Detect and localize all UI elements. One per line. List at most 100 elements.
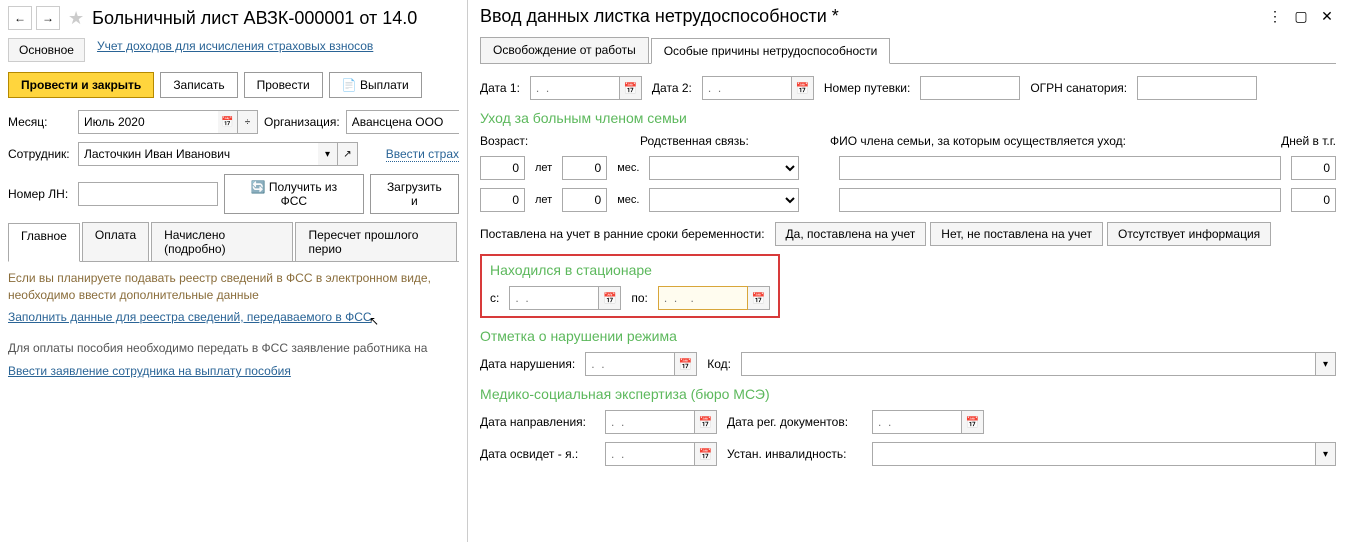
voucher-input[interactable] xyxy=(920,76,1020,100)
relation-select-2[interactable] xyxy=(649,188,799,212)
post-button[interactable]: Провести xyxy=(244,72,323,98)
violation-code-dropdown-icon[interactable]: ▾ xyxy=(1316,352,1336,376)
hospital-to-calendar-icon[interactable]: 📅 xyxy=(748,286,770,310)
date1-input[interactable] xyxy=(530,76,620,100)
hospital-heading: Находился в стационаре xyxy=(490,262,770,278)
pregnancy-label: Поставлена на учет в ранние сроки береме… xyxy=(480,227,765,241)
ogrn-input[interactable] xyxy=(1137,76,1257,100)
age-label: Возраст: xyxy=(480,134,630,148)
tab-payment[interactable]: Оплата xyxy=(82,222,149,261)
date2-input[interactable] xyxy=(702,76,792,100)
enter-insurance-link[interactable]: Ввести страх xyxy=(386,147,459,162)
back-button[interactable]: ← xyxy=(8,6,32,30)
mse-dir-input[interactable] xyxy=(605,410,695,434)
info-text-2: Для оплаты пособия необходимо передать в… xyxy=(8,340,459,357)
get-fss-button[interactable]: 🔄 Получить из ФСС xyxy=(224,174,364,214)
mse-reg-input[interactable] xyxy=(872,410,962,434)
mse-disab-input[interactable] xyxy=(872,442,1316,466)
mse-dir-label: Дата направления: xyxy=(480,415,595,429)
employee-label: Сотрудник: xyxy=(8,147,72,161)
years-lbl-2: лет xyxy=(535,194,552,206)
post-close-button[interactable]: Провести и закрыть xyxy=(8,72,154,98)
close-icon[interactable]: ✕ xyxy=(1318,8,1336,26)
mse-exam-calendar-icon[interactable]: 📅 xyxy=(695,442,717,466)
months-lbl-1: мес. xyxy=(617,162,639,174)
mse-disab-label: Устан. инвалидность: xyxy=(727,447,862,461)
mse-reg-label: Дата рег. документов: xyxy=(727,415,862,429)
months-lbl-2: мес. xyxy=(617,194,639,206)
ln-label: Номер ЛН: xyxy=(8,187,72,201)
enter-application-link[interactable]: Ввести заявление сотрудника на выплату п… xyxy=(8,364,291,378)
employee-dropdown-icon[interactable]: ▾ xyxy=(318,142,338,166)
date1-calendar-icon[interactable]: 📅 xyxy=(620,76,642,100)
days-input-2[interactable] xyxy=(1291,188,1336,212)
preg-none-button[interactable]: Отсутствует информация xyxy=(1107,222,1271,246)
hospital-from-calendar-icon[interactable]: 📅 xyxy=(599,286,621,310)
years-lbl-1: лет xyxy=(535,162,552,174)
date1-label: Дата 1: xyxy=(480,81,520,95)
fss-icon: 🔄 xyxy=(251,180,266,194)
page-title: Больничный лист АВЗК-000001 от 14.0 xyxy=(92,8,417,29)
relation-label: Родственная связь: xyxy=(640,134,820,148)
date2-label: Дата 2: xyxy=(652,81,692,95)
years-input-2[interactable] xyxy=(480,188,525,212)
fio-input-1[interactable] xyxy=(839,156,1281,180)
mse-exam-input[interactable] xyxy=(605,442,695,466)
years-input-1[interactable] xyxy=(480,156,525,180)
mse-exam-label: Дата освидет - я.: xyxy=(480,447,595,461)
fio-input-2[interactable] xyxy=(839,188,1281,212)
hospital-highlight: Находился в стационаре с: 📅 по: 📅 xyxy=(480,254,780,318)
employee-open-icon[interactable]: ↗ xyxy=(338,142,358,166)
preg-yes-button[interactable]: Да, поставлена на учет xyxy=(775,222,927,246)
fio-label: ФИО члена семьи, за которым осуществляет… xyxy=(830,134,1271,148)
org-input[interactable] xyxy=(346,110,459,134)
employee-input[interactable] xyxy=(78,142,318,166)
violation-date-label: Дата нарушения: xyxy=(480,357,575,371)
hospital-to-label: по: xyxy=(631,291,648,305)
preg-no-button[interactable]: Нет, не поставлена на учет xyxy=(930,222,1103,246)
violation-calendar-icon[interactable]: 📅 xyxy=(675,352,697,376)
dialog-title: Ввод данных листка нетрудоспособности * xyxy=(480,6,839,27)
relation-select-1[interactable] xyxy=(649,156,799,180)
ogrn-label: ОГРН санатория: xyxy=(1030,81,1127,95)
violation-heading: Отметка о нарушении режима xyxy=(480,328,1336,344)
menu-icon[interactable]: ⋮ xyxy=(1266,8,1284,26)
mse-reg-calendar-icon[interactable]: 📅 xyxy=(962,410,984,434)
income-link[interactable]: Учет доходов для исчисления страховых вз… xyxy=(97,39,373,53)
hospital-from-input[interactable] xyxy=(509,286,599,310)
hospital-to-input[interactable] xyxy=(658,286,748,310)
days-input-1[interactable] xyxy=(1291,156,1336,180)
tab-accrued[interactable]: Начислено (подробно) xyxy=(151,222,293,261)
pay-icon: 📄 xyxy=(342,78,357,92)
favorite-icon[interactable]: ★ xyxy=(68,8,84,29)
months-input-2[interactable] xyxy=(562,188,607,212)
tab-general[interactable]: Главное xyxy=(8,223,80,262)
month-stepper[interactable]: ÷ xyxy=(238,110,258,134)
mse-heading: Медико-социальная экспертиза (бюро МСЭ) xyxy=(480,386,1336,402)
maximize-icon[interactable]: ▢ xyxy=(1292,8,1310,26)
tab-special-reasons[interactable]: Особые причины нетрудоспособности xyxy=(651,38,891,64)
voucher-label: Номер путевки: xyxy=(824,81,910,95)
forward-button[interactable]: → xyxy=(36,6,60,30)
violation-date-input[interactable] xyxy=(585,352,675,376)
months-input-1[interactable] xyxy=(562,156,607,180)
mse-dir-calendar-icon[interactable]: 📅 xyxy=(695,410,717,434)
month-label: Месяц: xyxy=(8,115,72,129)
fill-registry-link[interactable]: Заполнить данные для реестра сведений, п… xyxy=(8,310,372,324)
care-heading: Уход за больным членом семьи xyxy=(480,110,1336,126)
tab-recalc[interactable]: Пересчет прошлого перио xyxy=(295,222,457,261)
load-button[interactable]: Загрузить и xyxy=(370,174,459,214)
month-input[interactable] xyxy=(78,110,218,134)
org-label: Организация: xyxy=(264,115,340,129)
ln-input[interactable] xyxy=(78,182,218,206)
cursor-icon: ↖ xyxy=(369,314,379,328)
mse-disab-dropdown-icon[interactable]: ▾ xyxy=(1316,442,1336,466)
pay-button[interactable]: 📄 Выплати xyxy=(329,72,422,98)
date2-calendar-icon[interactable]: 📅 xyxy=(792,76,814,100)
tab-work-release[interactable]: Освобождение от работы xyxy=(480,37,649,63)
violation-code-input[interactable] xyxy=(741,352,1316,376)
save-button[interactable]: Записать xyxy=(160,72,237,98)
hospital-from-label: с: xyxy=(490,291,499,305)
tab-main[interactable]: Основное xyxy=(8,38,85,62)
month-calendar-icon[interactable]: 📅 xyxy=(218,110,238,134)
